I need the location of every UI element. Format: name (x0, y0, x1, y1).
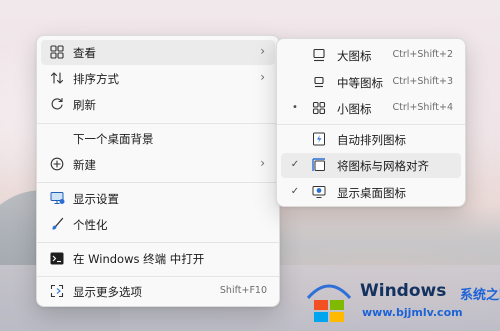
watermark-url: www.bjjmlv.com (362, 306, 463, 319)
windows-logo-icon (304, 276, 354, 324)
item-state-marker: ✓ (290, 186, 300, 197)
menu-divider (277, 124, 465, 125)
menu-item-label: 刷新 (73, 98, 96, 112)
more-options-icon (49, 283, 65, 299)
menu-item-label: 显示设置 (73, 192, 119, 206)
view-submenu: 大图标 Ctrl+Shift+2 中等图标 Ctrl+Shift+3 • 小图标… (276, 38, 466, 207)
brush-icon (49, 216, 65, 232)
display-icon (49, 190, 65, 206)
submenu-item-label: 中等图标 (337, 76, 383, 90)
submenu-item-medium-icons[interactable]: 中等图标 Ctrl+Shift+3 (281, 70, 461, 95)
menu-item-view[interactable]: 查看 › (41, 40, 275, 65)
auto-arrange-icon (311, 131, 327, 147)
menu-item-label: 排序方式 (73, 72, 119, 86)
menu-item-label: 新建 (73, 158, 96, 172)
menu-item-display-settings[interactable]: 显示设置 (41, 186, 275, 211)
menu-item-new[interactable]: 新建 › (41, 152, 275, 177)
menu-item-open-in-terminal[interactable]: 在 Windows 终端 中打开 (41, 246, 275, 271)
submenu-item-auto-arrange[interactable]: 自动排列图标 (281, 127, 461, 152)
menu-item-label: 查看 (73, 46, 96, 60)
menu-item-label: 下一个桌面背景 (73, 132, 154, 146)
menu-divider (37, 123, 279, 124)
menu-item-label: 在 Windows 终端 中打开 (73, 252, 205, 266)
menu-item-next-background[interactable]: 下一个桌面背景 (41, 126, 275, 151)
plus-circle-icon (49, 156, 65, 172)
menu-item-label: 个性化 (73, 218, 108, 232)
large-icon-icon (311, 47, 327, 63)
refresh-icon (49, 96, 65, 112)
menu-item-label: 显示更多选项 (73, 285, 142, 299)
submenu-item-show-desktop-icons[interactable]: ✓ 显示桌面图标 (281, 180, 461, 205)
watermark-suffix: 系统之家 (460, 288, 500, 303)
item-state-marker (289, 74, 301, 90)
medium-icon-icon (311, 74, 327, 90)
chevron-right-icon: › (260, 44, 265, 58)
show-desktop-icons-icon (311, 184, 327, 200)
item-state-marker (289, 47, 301, 63)
submenu-item-label: 将图标与网格对齐 (337, 159, 429, 173)
item-state-marker: ✓ (290, 159, 300, 170)
menu-item-show-more-options[interactable]: 显示更多选项 Shift+F10 (41, 279, 275, 304)
submenu-item-small-icons[interactable]: • 小图标 Ctrl+Shift+4 (281, 96, 461, 121)
menu-item-shortcut: Shift+F10 (219, 285, 267, 296)
item-state-marker (289, 131, 301, 147)
small-icons-icon (311, 100, 327, 116)
submenu-item-label: 小图标 (337, 102, 372, 116)
submenu-item-shortcut: Ctrl+Shift+2 (392, 49, 453, 60)
menu-item-sort-by[interactable]: 排序方式 › (41, 66, 275, 91)
item-state-marker: • (292, 102, 298, 113)
view-grid-icon (49, 44, 65, 60)
submenu-item-large-icons[interactable]: 大图标 Ctrl+Shift+2 (281, 43, 461, 68)
sort-icon (49, 70, 65, 86)
menu-item-refresh[interactable]: 刷新 (41, 92, 275, 117)
submenu-item-label: 大图标 (337, 49, 372, 63)
submenu-item-label: 自动排列图标 (337, 133, 406, 147)
menu-divider (37, 242, 279, 243)
submenu-item-align-to-grid[interactable]: ✓ 将图标与网格对齐 (281, 153, 461, 178)
align-grid-icon (311, 157, 327, 173)
desktop-context-menu: 查看 › 排序方式 › 刷新 下一个桌面背景 新建 › 显示设置 个性化 在 W… (36, 35, 280, 307)
chevron-right-icon: › (260, 156, 265, 170)
submenu-item-shortcut: Ctrl+Shift+4 (392, 102, 453, 113)
watermark-brand: Windows (360, 281, 447, 301)
chevron-right-icon: › (260, 70, 265, 84)
terminal-icon (49, 250, 65, 266)
site-watermark: Windows 系统之家 www.bjjmlv.com (300, 272, 500, 328)
submenu-item-label: 显示桌面图标 (337, 186, 406, 200)
menu-item-personalize[interactable]: 个性化 (41, 212, 275, 237)
submenu-item-shortcut: Ctrl+Shift+3 (392, 76, 453, 87)
menu-divider (37, 182, 279, 183)
menu-divider (37, 276, 279, 277)
